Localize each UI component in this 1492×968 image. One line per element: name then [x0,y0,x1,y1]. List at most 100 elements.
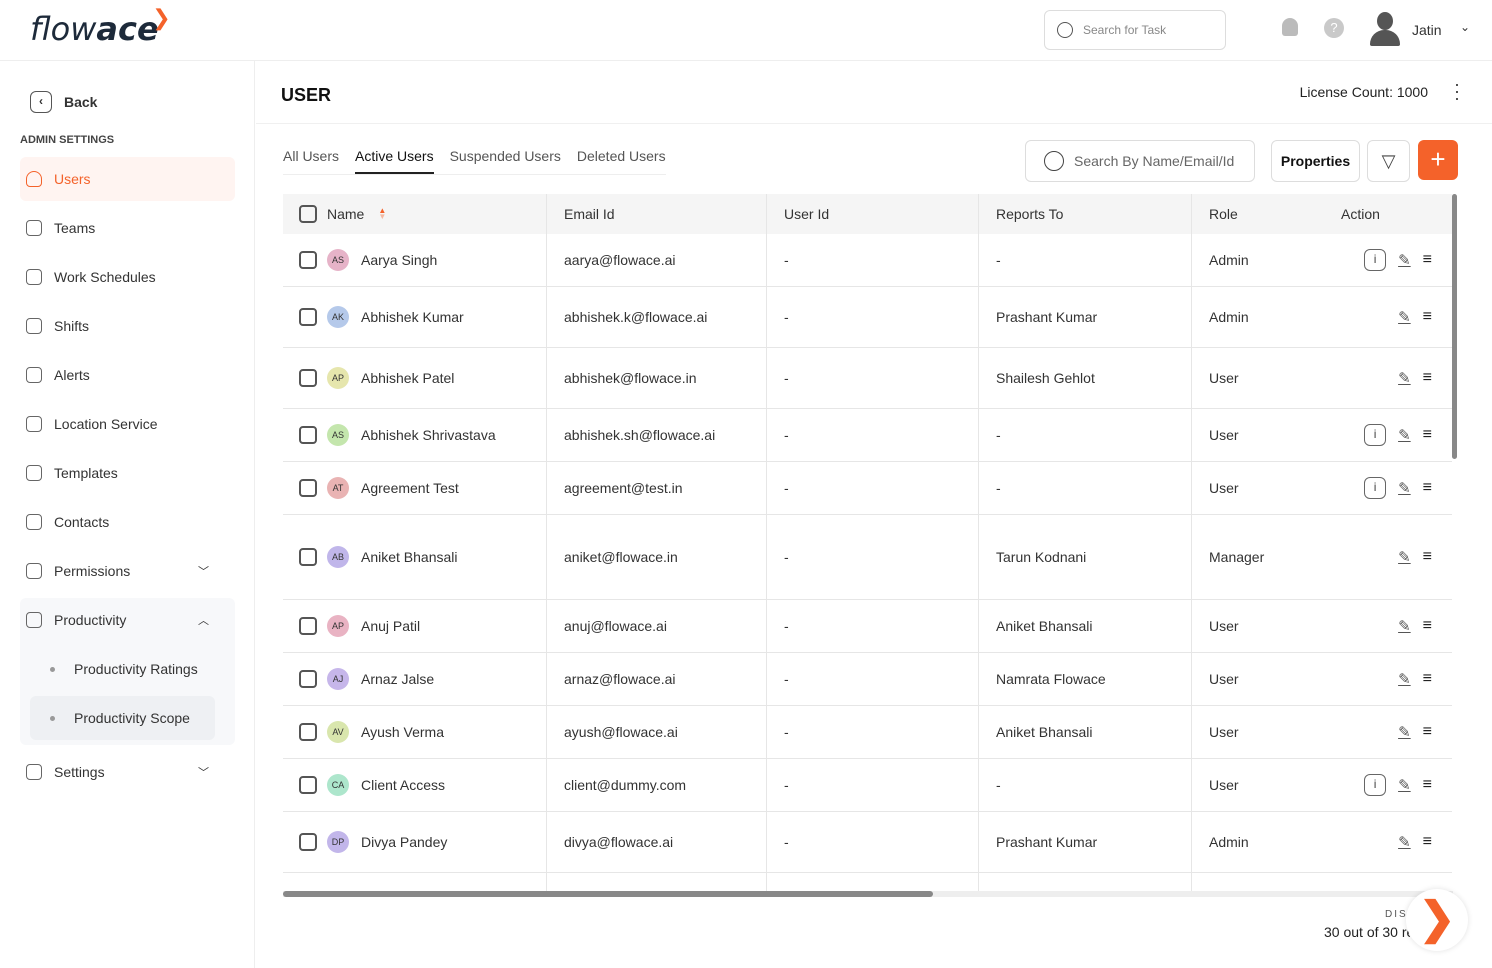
tab-deleted-users[interactable]: Deleted Users [577,148,666,174]
column-header[interactable]: Name ▲ ▼ [283,194,547,234]
sidebar-item-templates[interactable]: Templates [20,451,235,495]
reports-to-cell: Prashant Kumar [979,287,1192,347]
user-name[interactable]: Jatin [1412,22,1442,38]
drag-handle-icon[interactable]: ≡ [1423,670,1432,688]
vertical-scrollbar[interactable] [1452,194,1457,459]
horizontal-scrollbar[interactable] [283,891,1453,897]
row-checkbox[interactable] [299,308,317,326]
add-user-button[interactable]: + [1418,140,1458,180]
user-name[interactable]: Ayush Verma [361,724,444,740]
user-name[interactable]: Abhishek Shrivastava [361,427,496,443]
user-name[interactable]: Abhishek Kumar [361,309,464,325]
select-all-checkbox[interactable] [299,205,317,223]
row-checkbox[interactable] [299,617,317,635]
sidebar-subitem-productivity-scope[interactable]: Productivity Scope [30,696,215,740]
user-id-cell-text: - [784,370,789,386]
sidebar-subitem-productivity-ratings[interactable]: Productivity Ratings [30,647,215,691]
column-header[interactable]: Role [1192,194,1320,234]
chevron-down-icon[interactable]: ﹀ [198,764,209,780]
info-icon[interactable]: i [1364,477,1387,499]
tab-suspended-users[interactable]: Suspended Users [450,148,561,174]
edit-icon[interactable]: ✎ [1398,308,1411,326]
row-checkbox[interactable] [299,833,317,851]
edit-icon[interactable]: ✎ [1398,479,1411,497]
sidebar-item-users[interactable]: Users [20,157,235,201]
row-checkbox[interactable] [299,548,317,566]
info-icon[interactable]: i [1364,424,1387,446]
drag-handle-icon[interactable]: ≡ [1423,251,1432,269]
drag-handle-icon[interactable]: ≡ [1423,426,1432,444]
edit-icon[interactable]: ✎ [1398,833,1411,851]
filter-button[interactable]: ▽ [1367,140,1410,182]
column-header[interactable]: User Id [767,194,979,234]
sidebar-item-permissions[interactable]: Permissions ﹀ [20,549,235,593]
drag-handle-icon[interactable]: ≡ [1423,776,1432,794]
edit-icon[interactable]: ✎ [1398,369,1411,387]
edit-icon[interactable]: ✎ [1398,776,1411,794]
edit-icon[interactable]: ✎ [1398,548,1411,566]
row-checkbox[interactable] [299,776,317,794]
bell-icon[interactable] [1282,18,1298,36]
row-checkbox[interactable] [299,426,317,444]
drag-handle-icon[interactable]: ≡ [1423,369,1432,387]
sidebar-item-alerts[interactable]: Alerts [20,353,235,397]
properties-button[interactable]: Properties [1271,140,1360,182]
drag-handle-icon[interactable]: ≡ [1423,723,1432,741]
drag-handle-icon[interactable]: ≡ [1423,479,1432,497]
chevron-down-icon[interactable]: ⌄ [1460,20,1470,34]
row-checkbox[interactable] [299,479,317,497]
location-icon [26,416,42,432]
user-name[interactable]: Client Access [361,777,445,793]
edit-icon[interactable]: ✎ [1398,723,1411,741]
drag-handle-icon[interactable]: ≡ [1423,548,1432,566]
row-checkbox[interactable] [299,723,317,741]
user-avatar[interactable] [1368,12,1402,46]
drag-handle-icon[interactable]: ≡ [1423,617,1432,635]
user-name[interactable]: Agreement Test [361,480,459,496]
drag-handle-icon[interactable]: ≡ [1423,833,1432,851]
user-search-input[interactable]: Search By Name/Email/Id [1025,140,1255,182]
row-checkbox[interactable] [299,670,317,688]
sidebar-item-shifts[interactable]: Shifts [20,304,235,348]
user-name[interactable]: Abhishek Patel [361,370,454,386]
user-name[interactable]: Divya Pandey [361,834,447,850]
edit-icon[interactable]: ✎ [1398,426,1411,444]
info-icon[interactable]: i [1364,774,1387,796]
sidebar-item-location-service[interactable]: Location Service [20,402,235,446]
column-header[interactable]: Email Id [547,194,767,234]
column-header[interactable]: Action [1320,194,1452,234]
user-name[interactable]: Aniket Bhansali [361,549,458,565]
info-icon[interactable]: i [1364,249,1387,271]
contact-icon [26,514,42,530]
tab-all-users[interactable]: All Users [283,148,339,174]
flowace-logo[interactable]: flowace ❯ [30,6,171,48]
chevron-up-icon[interactable]: ︿ [198,612,209,628]
sort-icon[interactable]: ▲ ▼ [378,207,386,221]
sidebar-item-teams[interactable]: Teams [20,206,235,250]
drag-handle-icon[interactable]: ≡ [1423,308,1432,326]
avatar: CA [327,774,349,796]
user-name[interactable]: Aarya Singh [361,252,437,268]
edit-icon[interactable]: ✎ [1398,670,1411,688]
reports-to-cell-text: - [996,480,1001,496]
user-name[interactable]: Anuj Patil [361,618,420,634]
scroll-thumb[interactable] [283,891,933,897]
user-name[interactable]: Arnaz Jalse [361,671,434,687]
sidebar-item-work-schedules[interactable]: Work Schedules [20,255,235,299]
sidebar-item-settings[interactable]: Settings ﹀ [20,750,235,794]
edit-icon[interactable]: ✎ [1398,251,1411,269]
table-row: AV Ayush Verma ayush@flowace.ai - Aniket Bha… [283,706,1452,759]
task-search-input[interactable]: Search for Task [1044,10,1226,50]
flowace-assistant-button[interactable]: ❯ [1406,889,1468,951]
more-options-icon[interactable]: · · · [1454,75,1460,107]
back-button[interactable]: ‹ Back [30,91,97,113]
chevron-down-icon[interactable]: ﹀ [198,563,209,579]
help-icon[interactable]: ? [1324,18,1344,38]
row-checkbox[interactable] [299,251,317,269]
row-checkbox[interactable] [299,369,317,387]
tab-active-users[interactable]: Active Users [355,148,434,174]
edit-icon[interactable]: ✎ [1398,617,1411,635]
column-header[interactable]: Reports To [979,194,1192,234]
sidebar-item-contacts[interactable]: Contacts [20,500,235,544]
sidebar-item-productivity[interactable]: Productivity ︿ [20,598,235,642]
